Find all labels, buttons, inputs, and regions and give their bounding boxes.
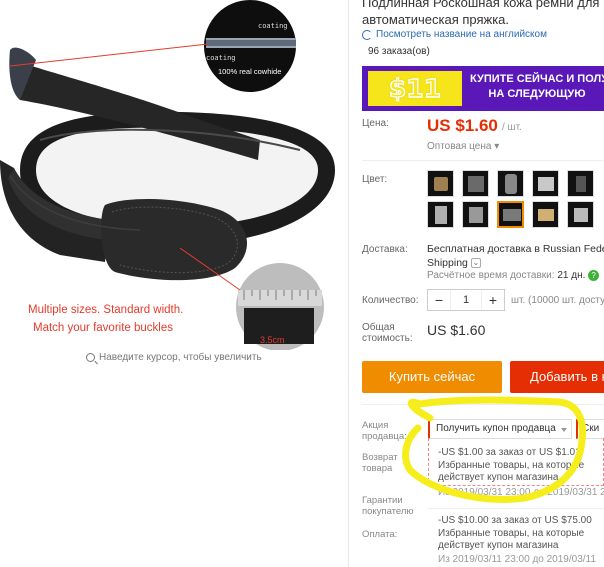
coating-top-label: coating — [258, 22, 288, 30]
product-title-line1: Подлинная Роскошная кожа ремни для муж — [362, 0, 604, 10]
shipping-label: Доставка: — [362, 244, 408, 255]
quantity-plus-button[interactable]: + — [482, 290, 504, 310]
column-divider — [348, 0, 349, 567]
total-label-line2: стоимость: — [362, 333, 413, 344]
warranty-label: Гарантии покупателю — [362, 495, 414, 517]
color-swatch-1[interactable] — [427, 170, 454, 197]
coupon-2-dates: Из 2019/03/11 23:00 до 2019/03/11 — [438, 554, 596, 565]
return-label-line1: Возврат — [362, 452, 398, 463]
payment-label: Оплата: — [362, 529, 398, 540]
quantity-stepper: − 1 + — [427, 289, 505, 311]
return-label: Возврат товара — [362, 452, 398, 474]
eta-label: Расчётное время доставки: — [427, 270, 555, 282]
quantity-minus-button[interactable]: − — [428, 290, 450, 310]
color-swatch-7[interactable] — [462, 201, 489, 228]
caption-sizes: Multiple sizes. Standard width. — [28, 304, 184, 316]
seller-coupon-dropdown[interactable]: Получить купон продавца — [428, 419, 572, 439]
chevron-down-icon[interactable]: ⌄ — [470, 258, 481, 269]
quantity-label: Количество: — [362, 295, 419, 306]
color-swatch-10[interactable] — [567, 201, 594, 228]
shipping-title-line1: Бесплатная доставка в Russian Federa — [427, 243, 604, 255]
product-title: Подлинная Роскошная кожа ремни для муж а… — [362, 0, 604, 28]
product-price: US $1.60 — [427, 116, 498, 135]
real-cowhide-label: 100% real cowhide — [218, 67, 281, 76]
discount-dropdown[interactable]: Ски — [576, 419, 604, 439]
color-swatch-8-selected[interactable] — [497, 201, 524, 228]
price-unit: / шт. — [502, 122, 522, 133]
product-title-line2: автоматическая пряжка. — [362, 12, 510, 27]
translate-link-text: Посмотреть название на английском — [376, 29, 547, 40]
seller-coupon-dropdown-label: Получить купон продавца — [436, 423, 556, 434]
total-label-line1: Общая — [362, 322, 395, 333]
divider — [362, 404, 604, 405]
caption-buckles: Match your favorite buckles — [33, 322, 173, 334]
banner-cta: КУПИТЕ СЕЙЧАС И ПОЛУ НА СЛЕДУЮЩУЮ — [470, 72, 604, 102]
quantity-availability: шт. (10000 шт. досту — [511, 295, 604, 306]
color-label: Цвет: — [362, 174, 388, 185]
shipping-title-line2: Shipping — [427, 257, 468, 269]
seller-promo-label-line2: продавца: — [362, 431, 407, 442]
caret-down-icon — [561, 428, 567, 432]
color-swatch-6[interactable] — [427, 201, 454, 228]
banner-cta-line2: НА СЛЕДУЮЩУЮ — [488, 88, 586, 100]
color-swatch-5[interactable] — [567, 170, 594, 197]
banner-price: $11 — [388, 73, 442, 103]
coating-bottom-label: coating — [206, 54, 236, 62]
divider — [362, 160, 604, 161]
color-swatch-4[interactable] — [532, 170, 559, 197]
price-label: Цена: — [362, 118, 389, 129]
coupon-2-desc1: Избранные товары, на которые — [438, 528, 585, 539]
help-icon[interactable]: ? — [588, 270, 600, 281]
return-label-line2: товара — [362, 463, 393, 474]
quantity-input[interactable]: 1 — [450, 290, 482, 310]
orders-count: 96 заказа(ов) — [368, 46, 430, 57]
color-swatch-2[interactable] — [462, 170, 489, 197]
coupon-1-amount: -US $1.00 за заказ от US $1.01 — [438, 447, 581, 458]
eta-value: 21 дн. — [557, 270, 586, 282]
color-swatch-3[interactable] — [497, 170, 524, 197]
promo-banner[interactable]: $11 КУПИТЕ СЕЙЧАС И ПОЛУ НА СЛЕДУЮЩУЮ — [362, 66, 604, 111]
zoom-hint-text: Наведите курсор, чтобы увеличить — [99, 352, 262, 363]
wholesale-price-toggle[interactable]: Оптовая цена ▾ — [427, 141, 499, 152]
seller-promo-label: Акция продавца: — [362, 420, 407, 442]
total-label: Общая стоимость: — [362, 322, 413, 344]
coupon-2-amount: -US $10.00 за заказ от US $75.00 — [438, 515, 592, 526]
magnifier-icon — [86, 353, 95, 362]
seller-promo-label-line1: Акция — [362, 420, 389, 431]
product-image-gallery[interactable]: coating coating 100% real cowhide 3.5cm … — [0, 0, 348, 567]
banner-price-block: $11 — [368, 71, 462, 106]
zoom-hint: Наведите курсор, чтобы увеличить — [86, 352, 262, 363]
coupon-2-desc2: действует купон магазина — [438, 540, 559, 551]
translate-title-link[interactable]: Посмотреть название на английском — [362, 29, 547, 40]
divider — [428, 508, 604, 509]
warranty-label-line2: покупателю — [362, 506, 414, 517]
banner-cta-line1: КУПИТЕ СЕЙЧАС И ПОЛУ — [470, 73, 604, 85]
coupon-1-desc1: Избранные товары, на которые — [438, 460, 585, 471]
translate-icon — [362, 29, 372, 40]
shipping-option[interactable]: Бесплатная доставка в Russian Federa Shi… — [427, 242, 604, 270]
belt-product-image: coating coating 100% real cowhide 3.5cm — [0, 0, 348, 350]
total-price: US $1.60 — [427, 322, 486, 338]
width-measure-label: 3.5cm — [260, 335, 285, 345]
color-swatch-9[interactable] — [532, 201, 559, 228]
buy-now-button[interactable]: Купить сейчас — [362, 361, 502, 393]
add-to-cart-button[interactable]: Добавить в к — [510, 361, 604, 393]
warranty-label-line1: Гарантии — [362, 495, 403, 506]
coupon-1-dates: Из 2019/03/31 23:00 до 2019/03/31 23:55 — [438, 487, 604, 498]
coupon-1-desc2: действует купон магазина — [438, 472, 559, 483]
product-detail-panel: Подлинная Роскошная кожа ремни для муж а… — [362, 0, 604, 567]
shipping-eta: Расчётное время доставки: 21 дн. ? — [427, 270, 600, 282]
